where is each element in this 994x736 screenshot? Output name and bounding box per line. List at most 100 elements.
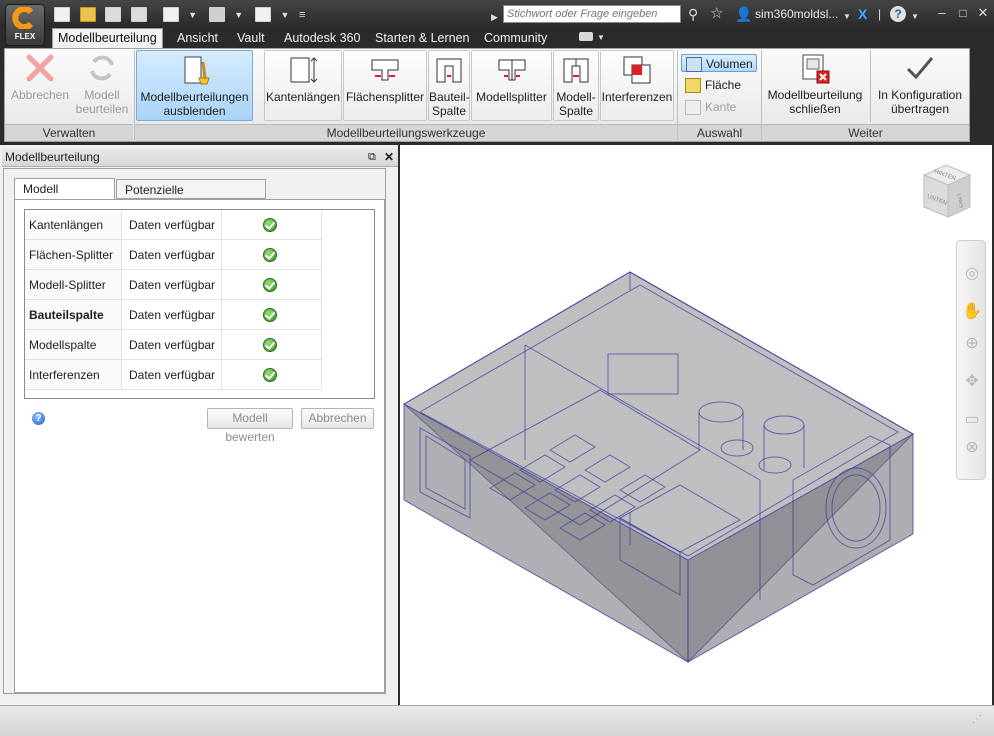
dropdown-arrow-icon[interactable]: ▼ <box>280 10 289 20</box>
import-icon[interactable] <box>162 7 179 23</box>
tab-community[interactable]: Community <box>479 29 552 48</box>
auswahl-volumen-button[interactable]: Volumen <box>681 54 757 72</box>
auswahl-kante-button[interactable]: Kante <box>681 98 757 116</box>
modell-beurteilen-ribbon-button[interactable]: Modell beurteilen <box>72 52 132 118</box>
flaechensplitter-button[interactable]: Flächensplitter <box>343 50 427 121</box>
user-dropdown-icon[interactable]: ▼ <box>843 9 851 25</box>
orbit-icon[interactable]: ✥ <box>961 371 983 393</box>
bauteil-spalte-label-2: Spalte <box>431 104 467 118</box>
modell-spalte-label-1: Modell- <box>556 90 596 104</box>
schliessen-label-2: schließen <box>789 102 841 116</box>
row-status: Daten verfügbar <box>122 330 222 360</box>
tab-modellbeurteilung[interactable]: Modellbeurteilung <box>52 28 163 49</box>
volume-select-icon <box>686 57 702 72</box>
save-icon[interactable] <box>105 7 122 23</box>
row-name: Modellspalte <box>25 330 122 360</box>
modellsplitter-button[interactable]: Modellsplitter <box>471 50 552 121</box>
graphics-viewport[interactable] <box>400 145 992 705</box>
dropdown-arrow-icon[interactable]: ▼ <box>188 10 197 20</box>
abbrechen-button[interactable]: Abbrechen <box>301 408 374 429</box>
modellbeurteilung-schliessen-button[interactable]: Modellbeurteilung schließen <box>763 52 867 120</box>
user-name[interactable]: sim360moldsl... <box>755 7 838 21</box>
float-panel-icon[interactable]: ⧉ <box>368 148 376 166</box>
user-icon[interactable]: 👤 <box>735 6 752 22</box>
resize-grip-icon[interactable]: ⋰ <box>972 714 982 725</box>
flaeche-label: Fläche <box>705 78 742 92</box>
customize-qat-icon[interactable]: ≡ <box>299 9 305 21</box>
viewcube[interactable]: HINTEN UNTEN LINKS <box>918 161 974 224</box>
tab-ansicht[interactable]: Ansicht <box>172 29 223 48</box>
row-check-cell <box>222 240 322 270</box>
save-all-icon[interactable] <box>130 7 147 23</box>
face-splitter-icon <box>369 54 401 86</box>
row-check-cell <box>222 360 322 390</box>
close-window-icon[interactable]: ✕ <box>974 4 992 22</box>
table-row[interactable]: Interferenzen Daten verfügbar <box>25 360 322 390</box>
maximize-icon[interactable]: □ <box>954 4 972 22</box>
row-name: Modell-Splitter <box>25 270 122 300</box>
search-input[interactable] <box>503 5 681 23</box>
status-bar: ⋰ <box>0 705 994 736</box>
modell-beurteilen-label-1: Modell <box>84 88 120 102</box>
minimize-icon[interactable]: – <box>933 4 951 22</box>
steering-wheel-icon[interactable]: ◎ <box>961 263 983 285</box>
table-row[interactable]: Modellspalte Daten verfügbar <box>25 330 322 360</box>
help-icon[interactable]: ? <box>890 6 906 22</box>
panel-title: Modellbeurteilung <box>5 150 100 164</box>
tab-starten-lernen[interactable]: Starten & Lernen <box>370 29 475 48</box>
bauteil-spalte-button[interactable]: Bauteil- Spalte <box>428 50 470 121</box>
tab-vault[interactable]: Vault <box>232 29 270 48</box>
interference-icon <box>621 54 653 86</box>
quick-access-toolbar: ▼ ▼ ▼ ≡ <box>54 6 305 23</box>
tab-modell-bewerten[interactable]: Modell bewerten <box>14 178 115 216</box>
kantenlaengen-button[interactable]: Kantenlängen <box>264 50 342 121</box>
check-ok-icon <box>263 338 277 352</box>
uebertragen-label-2: übertragen <box>890 102 950 116</box>
table-row[interactable]: Bauteilspalte Daten verfügbar <box>25 300 322 330</box>
tab-autodesk-360[interactable]: Autodesk 360 <box>279 29 365 48</box>
panel-title-weiter: Weiter <box>762 124 969 141</box>
abbrechen-ribbon-button[interactable]: Abbrechen <box>8 52 72 118</box>
table-row[interactable]: Kantenlängen Daten verfügbar <box>25 210 322 240</box>
row-status: Daten verfügbar <box>122 300 222 330</box>
open-icon[interactable] <box>79 7 96 23</box>
navbar-options-icon[interactable]: ⊗ <box>961 437 983 459</box>
application-menu-button[interactable]: FLEX <box>5 4 45 46</box>
in-konfiguration-uebertragen-button[interactable]: In Konfiguration übertragen <box>872 52 968 120</box>
volumen-label: Volumen <box>706 57 753 71</box>
help-dropdown-icon[interactable]: ▼ <box>911 9 919 25</box>
zoom-icon[interactable]: ⊕ <box>961 333 983 355</box>
new-icon[interactable] <box>54 7 70 23</box>
close-evaluation-icon <box>799 52 831 84</box>
table-row[interactable]: Flächen-Splitter Daten verfügbar <box>25 240 322 270</box>
binoculars-icon[interactable]: ⚲ <box>688 6 698 22</box>
table-row[interactable]: Modell-Splitter Daten verfügbar <box>25 270 322 300</box>
ribbon-toggle-dropdown-icon[interactable]: ▼ <box>597 33 605 42</box>
row-check-cell <box>222 270 322 300</box>
row-name: Kantenlängen <box>25 210 122 240</box>
model-splitter-icon <box>496 54 528 86</box>
app-logo-icon <box>12 7 34 29</box>
tab-potenzielle-modellprobleme[interactable]: Potenzielle Modellprobleme <box>116 179 266 217</box>
part-icon[interactable] <box>208 7 225 23</box>
interferenzen-button[interactable]: Interferenzen <box>600 50 674 121</box>
auswahl-flaeche-button[interactable]: Fläche <box>681 76 757 94</box>
modell-bewerten-button[interactable]: Modell bewerten <box>207 408 293 444</box>
check-ok-icon <box>263 368 277 382</box>
dropdown-arrow-icon[interactable]: ▼ <box>234 10 243 20</box>
row-check-cell <box>222 300 322 330</box>
row-name: Interferenzen <box>25 360 122 390</box>
exchange-apps-icon[interactable]: X <box>858 6 867 22</box>
look-at-icon[interactable]: ▭ <box>961 409 983 431</box>
modell-spalte-button[interactable]: Modell- Spalte <box>553 50 599 121</box>
properties-icon[interactable] <box>254 7 271 23</box>
ribbon-toggle-icon[interactable] <box>579 32 593 41</box>
modellbeurteilungen-ausblenden-button[interactable]: Modellbeurteilungen ausblenden <box>136 50 253 121</box>
close-panel-icon[interactable]: ✕ <box>384 148 394 166</box>
part-gap-icon <box>433 54 465 86</box>
expand-left-icon[interactable]: ▶ <box>491 9 498 25</box>
pan-hand-icon[interactable]: ✋ <box>961 301 983 323</box>
panel-help-icon[interactable]: ? <box>32 412 45 425</box>
interferenzen-label: Interferenzen <box>601 90 673 104</box>
favorites-star-icon[interactable]: ☆ <box>710 6 723 22</box>
